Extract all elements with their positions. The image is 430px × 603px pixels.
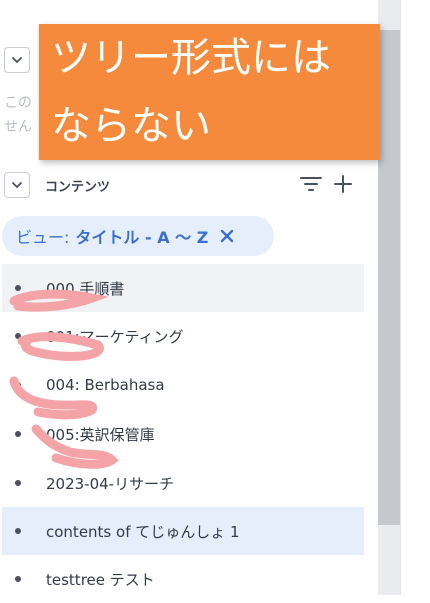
list-item[interactable]: testtree テスト xyxy=(2,555,364,603)
bullet-icon xyxy=(15,480,21,486)
collapse-toggle-contents[interactable] xyxy=(4,172,30,198)
list-item[interactable]: 001:マーケティング xyxy=(2,312,364,360)
bullet-icon xyxy=(15,576,21,582)
scrollbar-thumb[interactable] xyxy=(378,30,400,525)
list-item[interactable]: 004: Berbahasa xyxy=(2,361,364,409)
list-item[interactable]: 2023-04-リサーチ xyxy=(2,459,364,507)
chevron-down-icon xyxy=(12,182,22,188)
faded-description-line1: この xyxy=(4,95,32,111)
callout-line-2: ならない xyxy=(51,103,211,149)
bullet-icon xyxy=(15,333,21,339)
list-item-label: 000.手順書 xyxy=(46,279,125,298)
filter-icon[interactable] xyxy=(299,174,323,194)
close-icon xyxy=(221,229,234,243)
list-item-label: 001:マーケティング xyxy=(46,327,184,346)
list-item-label: contents of てじゅんしょ 1 xyxy=(46,522,240,541)
bullet-icon xyxy=(15,382,21,388)
faded-description-line2: せん xyxy=(4,119,32,135)
bullet-icon xyxy=(15,431,21,437)
list-item-label: 2023-04-リサーチ xyxy=(46,474,175,493)
bullet-icon xyxy=(15,285,21,291)
list-item[interactable]: 000.手順書 xyxy=(2,264,364,312)
list-item[interactable]: contents of てじゅんしょ 1 xyxy=(2,507,364,555)
chevron-down-icon xyxy=(12,57,22,63)
view-filter-label: ビュー: xyxy=(16,228,70,247)
collapse-toggle-top[interactable] xyxy=(4,47,30,73)
contents-section-label: コンテンツ xyxy=(45,180,111,195)
list-item-label: 004: Berbahasa xyxy=(46,376,165,394)
callout-line-1: ツリー形式には xyxy=(51,35,331,81)
list-item[interactable]: 005:英訳保管庫 xyxy=(2,410,364,458)
list-item-label: 005:英訳保管庫 xyxy=(46,425,155,444)
list-item-label: testtree テスト xyxy=(46,570,155,589)
view-filter-chip[interactable]: ビュー: タイトル - A 〜 Z xyxy=(2,216,274,256)
add-icon[interactable] xyxy=(333,174,353,194)
right-gutter xyxy=(400,0,430,595)
view-filter-clear-button[interactable] xyxy=(220,229,234,243)
view-filter-value: タイトル - A 〜 Z xyxy=(75,228,209,247)
bullet-icon xyxy=(15,528,21,534)
annotation-callout: ツリー形式には ならない xyxy=(39,24,380,160)
